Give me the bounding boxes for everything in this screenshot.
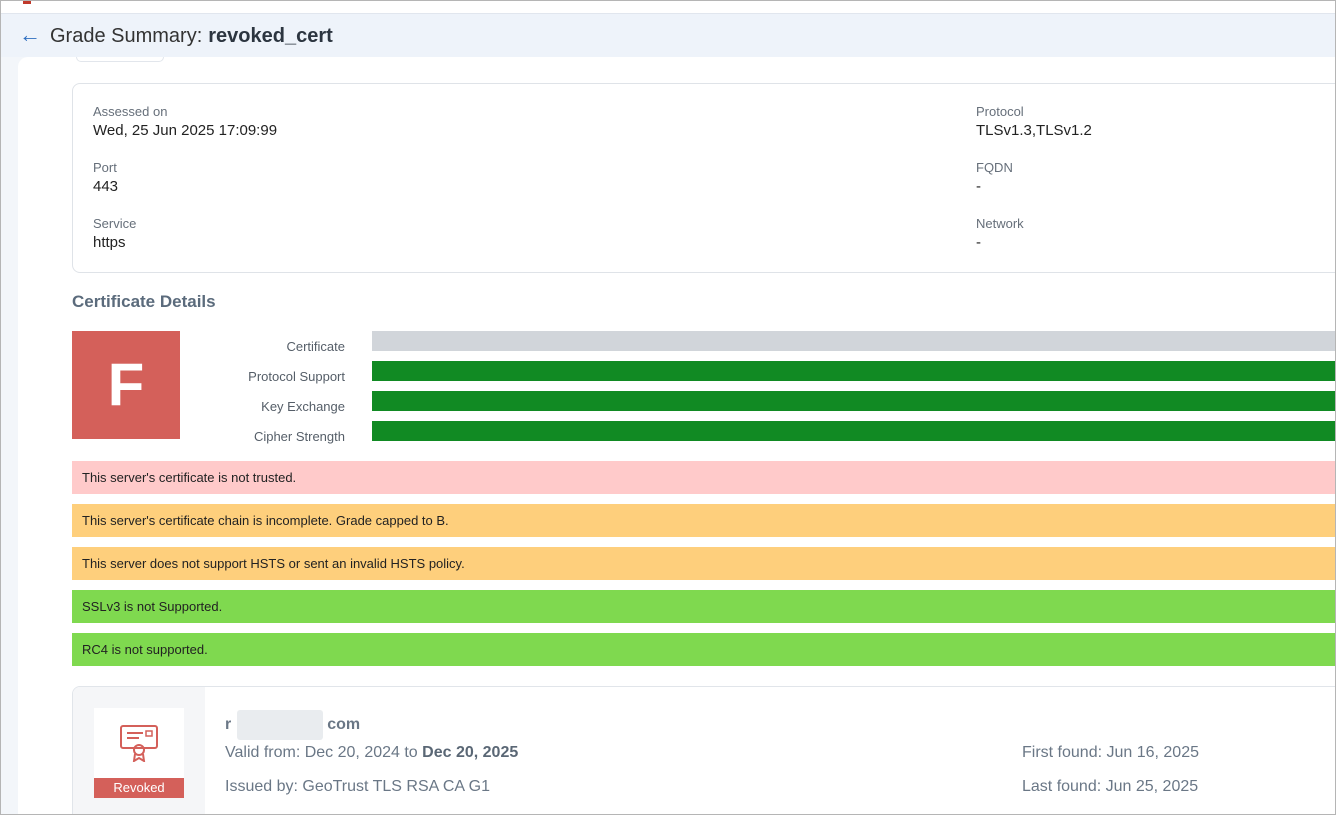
valid-to: Dec 20, 2025 [422, 744, 519, 761]
metric-label-cipher-strength: Cipher Strength [253, 429, 345, 444]
fqdn-value: - [976, 178, 981, 195]
hostname-start: r [225, 716, 232, 734]
certificate-card[interactable]: Revoked r com Valid from: Dec 20, 2024 to… [72, 686, 1335, 814]
last-found: Last found: Jun 25, 2025 [1022, 778, 1199, 795]
fqdn-field: FQDN - [976, 160, 1013, 196]
port-field: Port 443 [93, 160, 118, 196]
assessed-on-field: Assessed on Wed, 25 Jun 2025 17:09:99 [93, 104, 277, 140]
revoked-badge: Revoked [94, 778, 184, 798]
assessment-info-card: Assessed on Wed, 25 Jun 2025 17:09:99 Po… [72, 83, 1335, 273]
app-window: ← Grade Summary: revoked_cert Assessed on… [0, 0, 1336, 815]
port-label: Port [93, 160, 117, 175]
certificate-icon [120, 725, 158, 762]
network-label: Network [976, 216, 1024, 231]
port-value: 443 [93, 178, 119, 195]
valid-dates: Valid from: Dec 20, 2024 to Dec 20, 2025 [225, 744, 518, 762]
page-title: Grade Summary: revoked_cert [50, 24, 333, 48]
metric-bar-key-exchange [372, 391, 1335, 411]
main-content: Assessed on Wed, 25 Jun 2025 17:09:99 Po… [18, 57, 1335, 814]
brand-mark [23, 1, 31, 4]
alert-incomplete-chain: This server's certificate chain is incom… [72, 504, 1335, 537]
certificate-icon-panel: Revoked [73, 687, 205, 814]
back-arrow-icon[interactable]: ← [19, 24, 41, 46]
alert-rc4: RC4 is not supported. [72, 633, 1335, 666]
metric-label-certificate: Certificate [286, 339, 345, 354]
metric-bar-cipher-strength [372, 421, 1335, 441]
certificate-hostname[interactable]: r com [225, 710, 360, 740]
metric-label-key-exchange: Key Exchange [261, 399, 345, 414]
alert-hsts: This server does not support HSTS or sen… [72, 547, 1335, 580]
alert-sslv3: SSLv3 is not Supported. [72, 590, 1335, 623]
protocol-field: Protocol TLSv1.3,TLSv1.2 [976, 104, 1092, 140]
metric-bar-protocol-support [372, 361, 1335, 381]
service-label: Service [93, 216, 137, 231]
issued-by: Issued by: GeoTrust TLS RSA CA G1 [225, 778, 491, 795]
valid-from: Valid from: Dec 20, 2024 to [225, 744, 418, 761]
protocol-value: TLSv1.3,TLSv1.2 [976, 122, 1092, 139]
page-header: ← Grade Summary: revoked_cert [1, 14, 1335, 57]
network-field: Network - [976, 216, 1024, 252]
redacted-hostname [237, 710, 324, 740]
page-title-prefix: Grade Summary: [50, 25, 203, 47]
hostname-end: com [327, 716, 361, 734]
service-value: https [93, 234, 126, 251]
alert-untrusted-certificate: This server's certificate is not trusted… [72, 461, 1335, 494]
grade-badge: F [72, 331, 180, 439]
fqdn-label: FQDN [976, 160, 1013, 175]
metric-label-protocol-support: Protocol Support [248, 369, 345, 384]
protocol-label: Protocol [976, 104, 1024, 119]
service-field: Service https [93, 216, 136, 252]
page-title-name: revoked_cert [208, 25, 333, 47]
assessed-on-label: Assessed on [93, 104, 168, 119]
network-value: - [976, 234, 981, 251]
metric-bar-certificate [372, 331, 1335, 351]
top-strip [1, 1, 1335, 14]
first-found: First found: Jun 16, 2025 [1022, 744, 1199, 761]
tab-stub [76, 57, 164, 62]
assessed-on-value: Wed, 25 Jun 2025 17:09:99 [93, 122, 278, 139]
certificate-details-heading: Certificate Details [72, 292, 216, 311]
